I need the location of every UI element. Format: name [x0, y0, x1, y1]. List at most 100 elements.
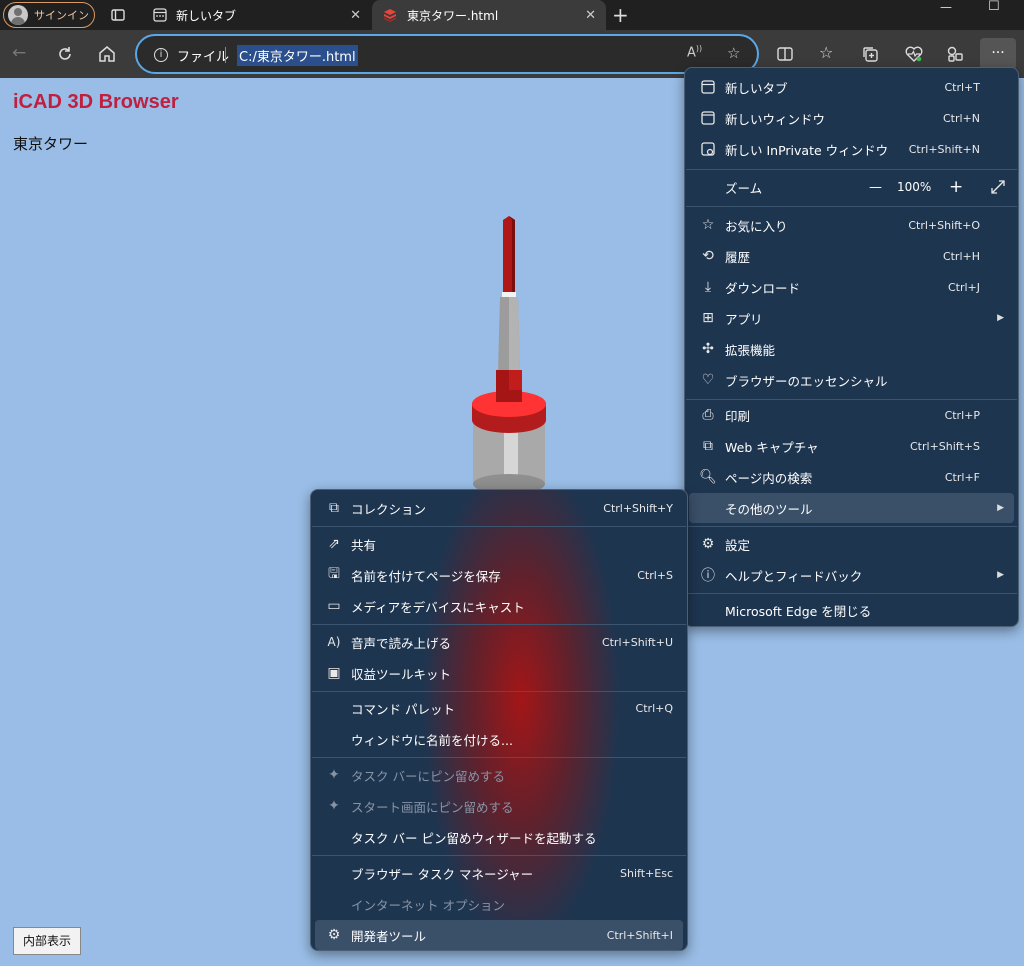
- menu-item-browser-essentials[interactable]: ♡ ブラウザーのエッセンシャル: [689, 365, 1014, 395]
- back-icon[interactable]: ←: [12, 43, 26, 63]
- zoom-value: 100%: [897, 180, 932, 194]
- fullscreen-icon[interactable]: [991, 180, 1005, 194]
- menu-item-task-manager[interactable]: ブラウザー タスク マネージャー Shift+Esc: [315, 858, 683, 888]
- menu-item-label: ブラウザーのエッセンシャル: [725, 373, 888, 389]
- chevron-right-icon: ▶: [997, 503, 1004, 513]
- menu-item-settings[interactable]: ⚙ 設定: [689, 529, 1014, 559]
- menu-item-shortcut: Ctrl+N: [942, 111, 980, 125]
- menu-item-label: 新しい InPrivate ウィンドウ: [725, 142, 889, 158]
- menu-item-label: 履歴: [725, 249, 751, 265]
- inner-view-button[interactable]: 内部表示: [13, 927, 81, 955]
- favorite-star-icon[interactable]: ☆: [727, 44, 740, 62]
- avatar-icon: [8, 5, 28, 25]
- menu-item-new-window[interactable]: 新しいウィンドウ Ctrl+N: [689, 103, 1014, 133]
- menu-item-shortcut: Ctrl+H: [942, 249, 980, 263]
- tab-close-icon[interactable]: ✕: [350, 8, 361, 23]
- menu-item-label: Web キャプチャ: [725, 439, 819, 455]
- settings-menu: 新しいタブ Ctrl+T 新しいウィンドウ Ctrl+N 新しい InPriva…: [684, 67, 1019, 627]
- menu-item-internet-options: インターネット オプション: [315, 889, 683, 919]
- address-divider: [225, 47, 226, 63]
- new-tab-button[interactable]: +: [612, 3, 629, 27]
- collections-icon[interactable]: [861, 45, 879, 63]
- maximize-icon[interactable]: ☐: [988, 0, 1000, 14]
- tokyo-tower-3d-model[interactable]: [460, 212, 560, 502]
- menu-item-label: アプリ: [725, 311, 763, 327]
- menu-item-revenue-toolkit[interactable]: ▣ 収益ツールキット: [315, 658, 683, 688]
- chevron-right-icon: ▶: [997, 570, 1004, 580]
- settings-and-more-button[interactable]: ···: [980, 38, 1016, 70]
- menu-item-favorites[interactable]: ☆ お気に入り Ctrl+Shift+O: [689, 210, 1014, 240]
- menu-item-extensions[interactable]: ✣ 拡張機能: [689, 334, 1014, 364]
- menu-item-label: Microsoft Edge を閉じる: [725, 603, 872, 619]
- menu-item-command-palette[interactable]: コマンド パレット Ctrl+Q: [315, 693, 683, 723]
- address-bar[interactable]: i ファイル C:/東京タワー.html A)) ☆: [135, 34, 759, 74]
- menu-item-label: タスク バー ピン留めウィザードを起動する: [351, 830, 597, 846]
- menu-item-shortcut: Shift+Esc: [620, 866, 673, 880]
- menu-item-pin-wizard[interactable]: タスク バー ピン留めウィザードを起動する: [315, 822, 683, 852]
- menu-item-downloads[interactable]: ⤓ ダウンロード Ctrl+J: [689, 272, 1014, 302]
- menu-item-close-edge[interactable]: Microsoft Edge を閉じる: [689, 595, 1014, 625]
- page-subtitle: 東京タワー: [13, 135, 89, 153]
- menu-divider: [312, 624, 686, 625]
- extensions-icon[interactable]: [946, 45, 964, 63]
- html-file-icon: [384, 9, 396, 22]
- menu-item-label: 印刷: [725, 408, 751, 424]
- menu-item-apps[interactable]: ⊞ アプリ ▶: [689, 303, 1014, 333]
- tab-label: 新しいタブ: [176, 8, 237, 23]
- gear-icon: ⚙: [701, 536, 715, 552]
- inprivate-icon: [701, 142, 715, 156]
- new-tab-icon: [701, 80, 715, 94]
- menu-item-label: 新しいウィンドウ: [725, 111, 826, 127]
- menu-divider: [312, 691, 686, 692]
- menu-item-cast-media[interactable]: ▭ メディアをデバイスにキャスト: [315, 591, 683, 621]
- info-icon[interactable]: i: [154, 48, 168, 62]
- menu-item-label: お気に入り: [725, 218, 788, 234]
- pin-icon: ✦: [328, 798, 340, 814]
- favorites-icon: ☆: [701, 217, 715, 233]
- menu-item-pin-taskbar: ✦ タスク バーにピン留めする: [315, 760, 683, 790]
- menu-item-label: 音声で読み上げる: [351, 635, 452, 651]
- menu-item-label: ウィンドウに名前を付ける...: [351, 732, 513, 748]
- minimize-icon[interactable]: —: [940, 0, 952, 14]
- read-aloud-icon[interactable]: A)): [687, 44, 702, 60]
- menu-item-history[interactable]: ⟲ 履歴 Ctrl+H: [689, 241, 1014, 271]
- address-url[interactable]: C:/東京タワー.html: [237, 45, 358, 66]
- favorites-icon[interactable]: ☆: [819, 43, 833, 62]
- help-icon: ⓘ: [701, 568, 715, 584]
- zoom-in-button[interactable]: +: [949, 177, 963, 197]
- menu-item-save-page[interactable]: 🖫 名前を付けてページを保存 Ctrl+S: [315, 560, 683, 590]
- developer-tools-icon: ⚙: [327, 927, 341, 943]
- menu-item-find-on-page[interactable]: 🔍︎ ページ内の検索 Ctrl+F: [689, 462, 1014, 492]
- menu-item-web-capture[interactable]: ⧉ Web キャプチャ Ctrl+Shift+S: [689, 431, 1014, 461]
- menu-item-shortcut: Ctrl+P: [944, 408, 980, 422]
- menu-item-share[interactable]: ⇗ 共有: [315, 529, 683, 559]
- apps-icon: ⊞: [702, 310, 714, 326]
- menu-item-label: ブラウザー タスク マネージャー: [351, 866, 534, 882]
- menu-item-help[interactable]: ⓘ ヘルプとフィードバック ▶: [689, 560, 1014, 590]
- zoom-out-button[interactable]: —: [869, 180, 882, 195]
- tab-actions-icon[interactable]: [110, 7, 126, 23]
- profile-button[interactable]: サインイン: [3, 2, 95, 28]
- menu-item-new-tab[interactable]: 新しいタブ Ctrl+T: [689, 72, 1014, 102]
- chevron-right-icon: ▶: [997, 313, 1004, 323]
- tab-tokyo-tower[interactable]: 東京タワー.html ✕: [372, 0, 606, 30]
- tab-close-icon[interactable]: ✕: [585, 8, 596, 23]
- download-icon: ⤓: [704, 279, 712, 295]
- menu-item-shortcut: Ctrl+F: [944, 470, 980, 484]
- browser-essentials-icon[interactable]: [904, 45, 924, 63]
- menu-item-label: ダウンロード: [725, 280, 801, 296]
- refresh-icon[interactable]: [56, 45, 74, 63]
- menu-divider: [686, 169, 1017, 170]
- menu-item-read-aloud[interactable]: A) 音声で読み上げる Ctrl+Shift+U: [315, 627, 683, 657]
- cast-icon: ▭: [327, 598, 341, 614]
- tab-new-tab[interactable]: 新しいタブ ✕: [143, 0, 371, 30]
- menu-item-name-window[interactable]: ウィンドウに名前を付ける...: [315, 724, 683, 754]
- split-screen-icon[interactable]: [776, 45, 794, 63]
- menu-item-print[interactable]: ⎙ 印刷 Ctrl+P: [689, 400, 1014, 430]
- home-icon[interactable]: [98, 45, 116, 63]
- menu-item-more-tools[interactable]: その他のツール ▶: [689, 493, 1014, 523]
- menu-item-collections[interactable]: ⧉ コレクション Ctrl+Shift+Y: [315, 493, 683, 523]
- new-tab-page-icon: [153, 8, 167, 22]
- menu-item-developer-tools[interactable]: ⚙ 開発者ツール Ctrl+Shift+I: [315, 920, 683, 950]
- menu-item-inprivate[interactable]: 新しい InPrivate ウィンドウ Ctrl+Shift+N: [689, 134, 1014, 164]
